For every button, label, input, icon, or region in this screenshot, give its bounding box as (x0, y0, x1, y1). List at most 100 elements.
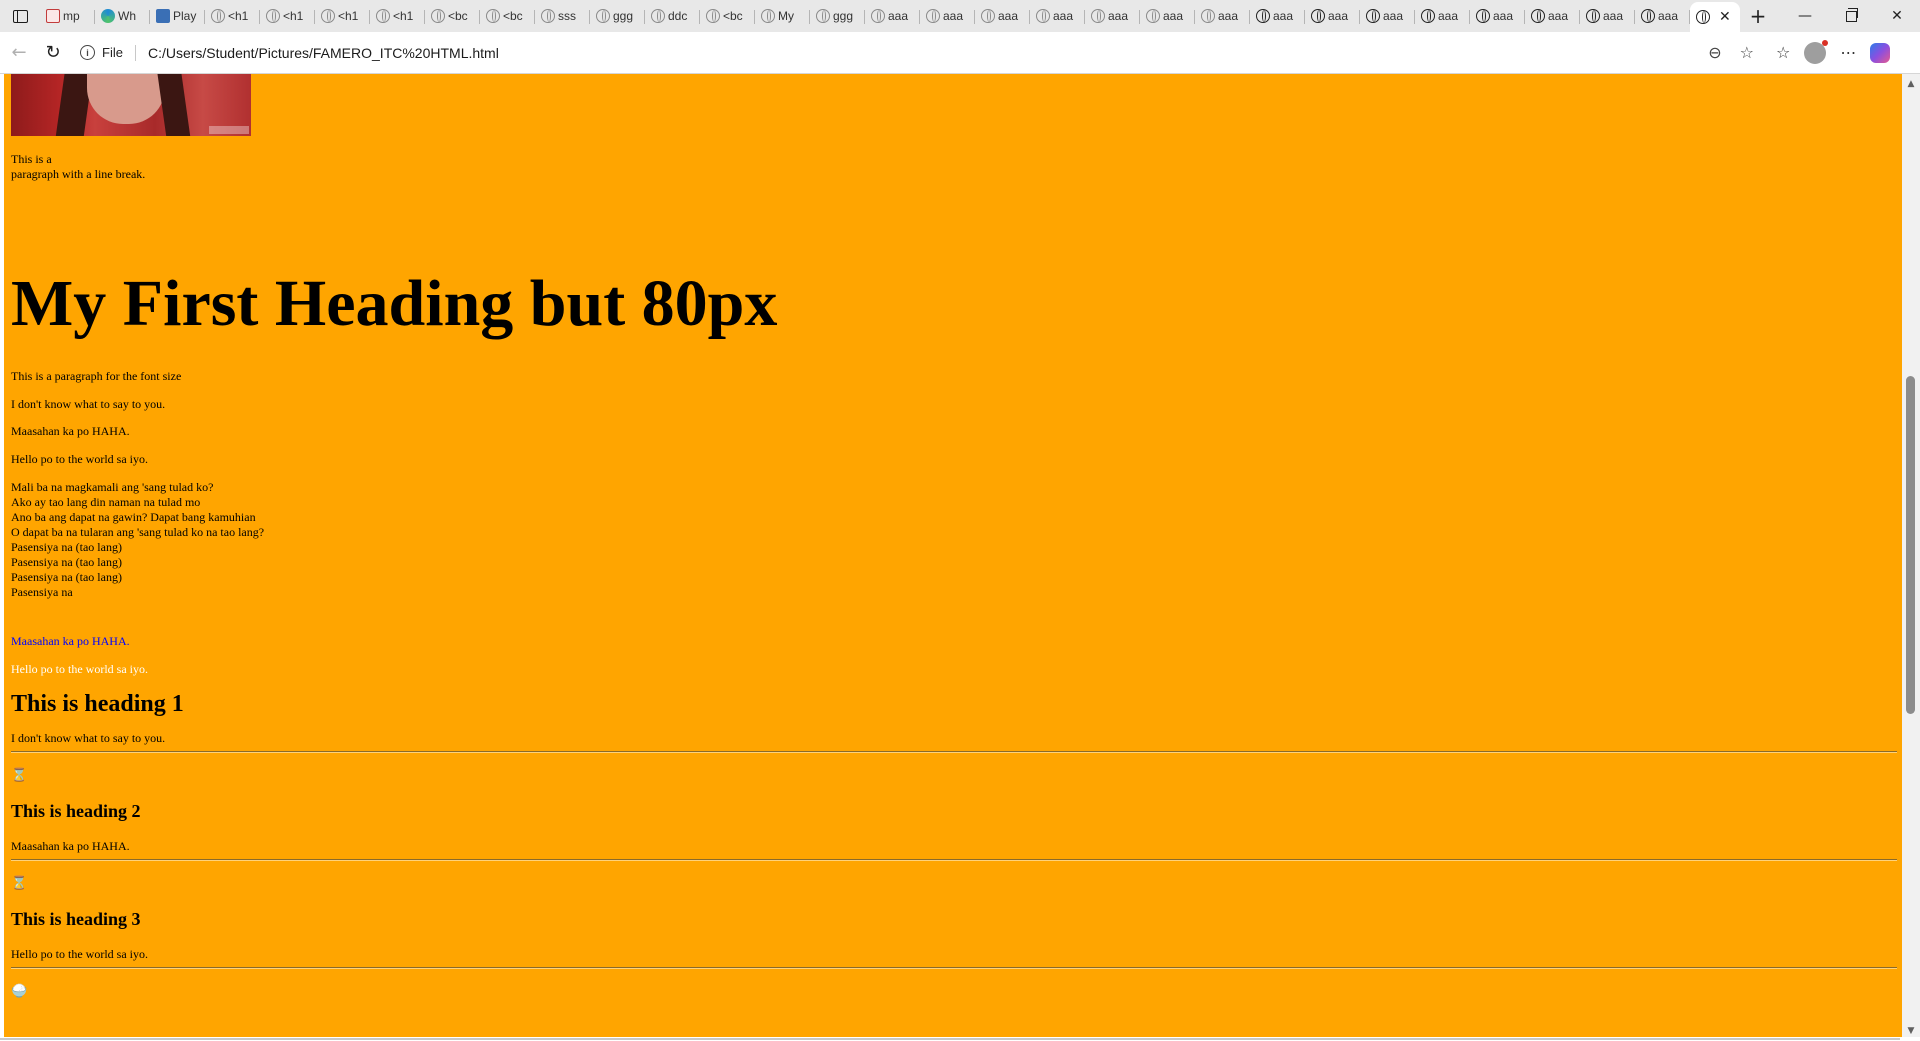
back-button[interactable]: ← (2, 36, 36, 70)
globe-icon (321, 9, 335, 23)
anime-portrait-image (11, 74, 251, 136)
paragraph-1: I don't know what to say to you. (11, 397, 166, 411)
browser-tab[interactable]: Play (150, 2, 205, 30)
minimize-button[interactable]: — (1782, 0, 1828, 32)
tab-title: aaa (1328, 9, 1349, 23)
restore-button[interactable] (1828, 0, 1874, 32)
page-viewport: This is a paragraph with a line break. M… (0, 74, 1920, 1041)
favorite-star-icon[interactable]: ☆ (1740, 43, 1754, 62)
globe-icon (431, 9, 445, 23)
browser-tab[interactable]: <bc (425, 2, 480, 30)
globe-icon (816, 9, 830, 23)
globe-icon (1091, 9, 1105, 23)
divider-2 (11, 859, 1897, 861)
site-info-icon[interactable]: i (80, 45, 95, 60)
address-divider (134, 44, 136, 61)
window-controls: — ✕ (1782, 0, 1920, 32)
profile-avatar[interactable] (1804, 39, 1829, 64)
globe-icon (651, 9, 665, 23)
tab-title: mp (63, 9, 80, 23)
browser-tab[interactable]: <bc (480, 2, 535, 30)
browser-tab[interactable]: aaa (1470, 2, 1525, 30)
horizontal-scrollbar[interactable] (0, 1037, 1920, 1041)
tab-title: aaa (1108, 9, 1129, 23)
scrollbar-thumb[interactable] (1906, 376, 1915, 714)
section-1-body: I don't know what to say to you. (11, 731, 166, 745)
toolbar-right: ☆ ⋯ (1776, 39, 1891, 64)
address-actions: ⊖ ☆ (1708, 37, 1754, 69)
section-2-body: Maasahan ka po HAHA. (11, 839, 130, 853)
browser-tab[interactable]: aaa (1030, 2, 1085, 30)
active-browser-tab[interactable]: ✕ (1690, 2, 1740, 32)
browser-tab[interactable]: ggg (590, 2, 645, 30)
browser-tab[interactable]: <h1 (260, 2, 315, 30)
browser-tab[interactable]: Wh (95, 2, 150, 30)
browser-tab[interactable]: aaa (1195, 2, 1250, 30)
tab-title: aaa (1603, 9, 1624, 23)
close-tab-icon[interactable]: ✕ (1719, 9, 1731, 25)
play-icon (156, 9, 170, 23)
browser-tab[interactable]: aaa (1525, 2, 1580, 30)
lyric-line: Pasensiya na (11, 585, 73, 599)
browser-tab[interactable]: My (755, 2, 810, 30)
tab-title: aaa (1273, 9, 1294, 23)
close-window-button[interactable]: ✕ (1874, 0, 1920, 32)
browser-tab[interactable]: aaa (1250, 2, 1305, 30)
browser-tab[interactable]: <h1 (315, 2, 370, 30)
refresh-button[interactable]: ↻ (36, 36, 70, 70)
lyric-line: Ako ay tao lang din naman na tulad mo (11, 495, 201, 509)
browser-tab[interactable]: ggg (810, 2, 865, 30)
browser-tab[interactable]: aaa (1085, 2, 1140, 30)
tab-actions-button[interactable] (0, 0, 40, 32)
browser-tab[interactable]: aaa (975, 2, 1030, 30)
divider-3 (11, 967, 1897, 969)
tab-title: aaa (1218, 9, 1239, 23)
zoom-icon[interactable]: ⊖ (1708, 43, 1721, 62)
globe-icon (761, 9, 775, 23)
address-bar[interactable]: i File C:/Users/Student/Pictures/FAMERO_… (74, 36, 1754, 69)
tab-title: aaa (1053, 9, 1074, 23)
tab-title: aaa (888, 9, 909, 23)
new-tab-button[interactable]: + (1742, 2, 1774, 30)
browser-tab[interactable]: aaa (1140, 2, 1195, 30)
browser-tab[interactable]: aaa (920, 2, 975, 30)
globe-icon (486, 9, 500, 23)
horizontal-scrollbar-thumb[interactable] (0, 1038, 1900, 1040)
globe-icon (1641, 9, 1655, 23)
browser-tab[interactable]: <h1 (205, 2, 260, 30)
browser-tab[interactable]: aaa (865, 2, 920, 30)
address-url[interactable]: C:/Users/Student/Pictures/FAMERO_ITC%20H… (148, 45, 499, 61)
browser-tab[interactable]: ddc (645, 2, 700, 30)
globe-icon (1696, 10, 1710, 24)
globe-icon (1531, 9, 1545, 23)
heading-3: This is heading 3 (11, 909, 141, 929)
browser-tab[interactable]: mp (40, 2, 95, 30)
favorites-icon[interactable]: ☆ (1776, 43, 1790, 62)
vertical-scrollbar[interactable]: ▲ ▼ (1902, 74, 1920, 1041)
tab-title: aaa (1438, 9, 1459, 23)
browser-tab[interactable]: aaa (1415, 2, 1470, 30)
portrait-hair-right (155, 74, 191, 136)
lyric-line: Mali ba na magkamali ang 'sang tulad ko? (11, 480, 214, 494)
browser-tab[interactable]: aaa (1580, 2, 1635, 30)
more-menu-icon[interactable]: ⋯ (1840, 43, 1856, 62)
browser-tab[interactable]: <h1 (370, 2, 425, 30)
heading-2: This is heading 2 (11, 801, 141, 821)
browser-tab[interactable]: aaa (1305, 2, 1360, 30)
tab-title: aaa (1163, 9, 1184, 23)
globe-icon (926, 9, 940, 23)
browser-tab[interactable]: sss (535, 2, 590, 30)
globe-icon (1256, 9, 1270, 23)
tab-title: <bc (448, 9, 468, 23)
globe-icon (541, 9, 555, 23)
tab-title: <bc (723, 9, 743, 23)
tab-title: <h1 (393, 9, 414, 23)
tab-title: My (778, 9, 794, 23)
scroll-up-arrow-icon[interactable]: ▲ (1902, 76, 1920, 92)
browser-tab[interactable]: aaa (1360, 2, 1415, 30)
address-scheme: File (102, 45, 123, 60)
rice-bowl-icon: 🍚 (11, 984, 28, 999)
browser-tab[interactable]: <bc (700, 2, 755, 30)
browser-tab[interactable]: aaa (1635, 2, 1690, 30)
copilot-icon[interactable] (1870, 42, 1891, 63)
